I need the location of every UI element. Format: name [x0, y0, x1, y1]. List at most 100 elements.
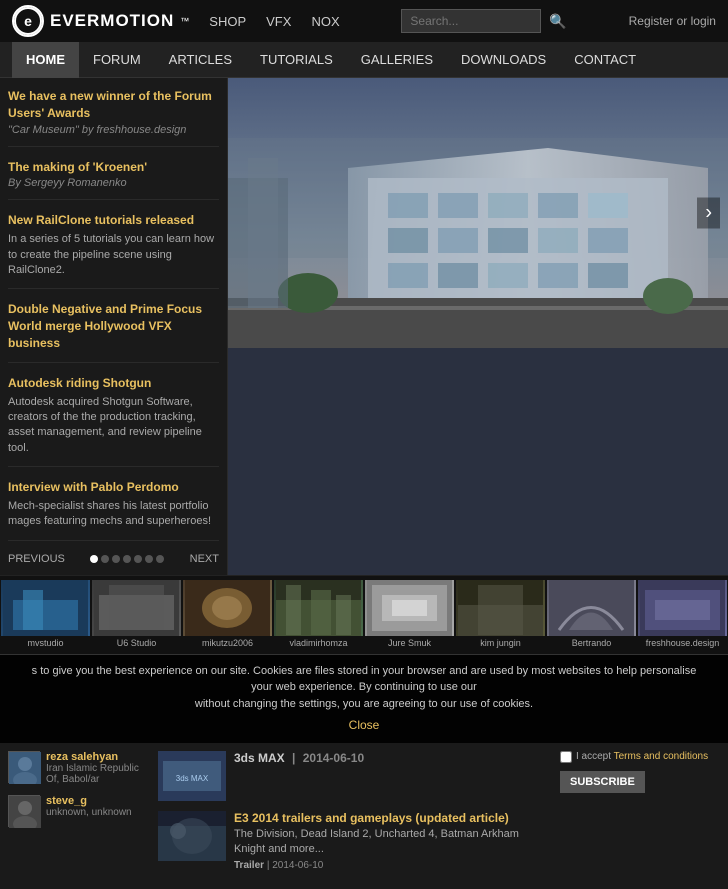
main-navigation: HOME FORUM ARTICLES TUTORIALS GALLERIES …: [0, 42, 728, 78]
top-nav-nox[interactable]: NOX: [311, 14, 339, 29]
nav-tutorials[interactable]: TUTORIALS: [246, 42, 347, 78]
dot-6[interactable]: [145, 555, 153, 563]
article-title-2[interactable]: E3 2014 trailers and gameplays (updated …: [234, 811, 550, 825]
news-title-6[interactable]: Interview with Pablo Perdomo: [8, 479, 219, 496]
search-icon[interactable]: 🔍: [549, 13, 566, 30]
thumb-label-8: freshhouse.design: [637, 636, 728, 650]
user-location-2: unknown, unknown: [46, 807, 132, 818]
user-name-1[interactable]: reza salehyan: [46, 751, 148, 763]
content-area: We have a new winner of the Forum Users'…: [0, 78, 728, 575]
news-title-3[interactable]: New RailClone tutorials released: [8, 212, 219, 229]
register-login-link[interactable]: Register or login: [629, 14, 716, 28]
thumb-7[interactable]: Bertrando: [546, 580, 637, 650]
dot-3[interactable]: [112, 555, 120, 563]
nav-forum[interactable]: FORUM: [79, 42, 155, 78]
users-list: reza salehyan Iran Islamic Republic Of, …: [8, 751, 148, 882]
article-thumb-1: 3ds MAX: [158, 751, 226, 801]
thumb-3[interactable]: mikutzu2006: [182, 580, 273, 650]
hero-next-button[interactable]: ›: [697, 198, 720, 229]
terms-checkbox[interactable]: [560, 751, 572, 763]
user-item-2: steve_g unknown, unknown: [8, 795, 148, 827]
cookie-close-button[interactable]: Close: [349, 716, 380, 734]
articles-list: 3ds MAX 3ds MAX | 2014-06-10: [158, 751, 550, 882]
next-button[interactable]: NEXT: [190, 553, 219, 565]
bottom-section: reza salehyan Iran Islamic Republic Of, …: [0, 743, 728, 889]
thumb-5[interactable]: Jure Smuk: [364, 580, 455, 650]
terms-link[interactable]: Terms and conditions: [614, 751, 709, 762]
thumb-img-4: [274, 580, 363, 636]
logo-icon: e: [12, 5, 44, 37]
search-input[interactable]: [401, 9, 541, 33]
dot-4[interactable]: [123, 555, 131, 563]
nav-articles[interactable]: ARTICLES: [155, 42, 246, 78]
news-title-5[interactable]: Autodesk riding Shotgun: [8, 375, 219, 392]
thumb-img-6: [456, 580, 545, 636]
top-bar: e EVERMOTION ™ SHOP VFX NOX 🔍 Register or…: [0, 0, 728, 42]
thumb-label-3: mikutzu2006: [182, 636, 273, 650]
thumb-6[interactable]: kim jungin: [455, 580, 546, 650]
nav-galleries[interactable]: GALLERIES: [347, 42, 447, 78]
subscribe-row: I accept Terms and conditions: [560, 751, 720, 763]
trademark: ™: [180, 16, 189, 26]
logo-area[interactable]: e EVERMOTION ™: [12, 5, 189, 37]
news-title-1[interactable]: We have a new winner of the Forum Users'…: [8, 88, 219, 122]
user-name-2[interactable]: steve_g: [46, 795, 132, 807]
user-avatar-2: [8, 795, 40, 827]
news-item-3: New RailClone tutorials released In a se…: [8, 212, 219, 289]
top-navigation: SHOP VFX NOX: [209, 14, 339, 29]
thumb-2[interactable]: U6 Studio: [91, 580, 182, 650]
thumb-label-4: vladimirhomza: [273, 636, 364, 650]
user-location-1: Iran Islamic Republic Of, Babol/ar: [46, 763, 148, 785]
article-item-2: E3 2014 trailers and gameplays (updated …: [158, 811, 550, 872]
search-area: 🔍: [401, 9, 566, 33]
subscribe-checkbox-area: I accept Terms and conditions: [560, 751, 708, 763]
svg-text:3ds MAX: 3ds MAX: [176, 774, 209, 783]
thumb-label-7: Bertrando: [546, 636, 637, 650]
dot-1[interactable]: [90, 555, 98, 563]
top-nav-vfx[interactable]: VFX: [266, 14, 291, 29]
article-meta-date-2: 2014-06-10: [272, 860, 323, 871]
news-desc-5: Autodesk acquired Shotgun Software, crea…: [8, 395, 219, 457]
cookie-banner: s to give you the best experience on our…: [0, 654, 728, 743]
thumb-8[interactable]: freshhouse.design: [637, 580, 728, 650]
news-item-4: Double Negative and Prime Focus World me…: [8, 301, 219, 362]
article-title-1[interactable]: 3ds MAX | 2014-06-10: [234, 751, 364, 765]
dots-indicator: [90, 555, 164, 563]
news-sub-1: "Car Museum" by freshhouse.design: [8, 124, 219, 136]
thumb-4[interactable]: vladimirhomza: [273, 580, 364, 650]
cookie-text-2: without changing the settings, you are a…: [195, 698, 533, 710]
news-desc-6: Mech-specialist shares his latest portfo…: [8, 499, 219, 530]
news-title-4[interactable]: Double Negative and Prime Focus World me…: [8, 301, 219, 351]
article-content-1: 3ds MAX | 2014-06-10: [234, 751, 364, 801]
thumb-label-2: U6 Studio: [91, 636, 182, 650]
dot-5[interactable]: [134, 555, 142, 563]
hero-area: ›: [228, 78, 728, 575]
subscribe-button[interactable]: SUBSCRIBE: [560, 771, 645, 793]
article-thumb-2: [158, 811, 226, 861]
sidebar: We have a new winner of the Forum Users'…: [0, 78, 228, 575]
news-item-1: We have a new winner of the Forum Users'…: [8, 88, 219, 147]
article-meta-tag-2: Trailer: [234, 860, 264, 871]
article-item-1: 3ds MAX 3ds MAX | 2014-06-10: [158, 751, 550, 801]
user-avatar-1: [8, 751, 40, 783]
svg-text:e: e: [24, 13, 32, 29]
top-nav-shop[interactable]: SHOP: [209, 14, 246, 29]
article-tag-1: 3ds MAX: [234, 751, 285, 765]
nav-contact[interactable]: CONTACT: [560, 42, 650, 78]
thumb-img-5: [365, 580, 454, 636]
dot-2[interactable]: [101, 555, 109, 563]
hero-image: ›: [228, 78, 728, 348]
thumb-img-8: [638, 580, 727, 636]
thumb-label-5: Jure Smuk: [364, 636, 455, 650]
news-title-2[interactable]: The making of 'Kroenen': [8, 159, 219, 176]
thumb-img-7: [547, 580, 636, 636]
subscribe-label: I accept Terms and conditions: [576, 751, 708, 762]
prev-button[interactable]: PREVIOUS: [8, 553, 65, 565]
nav-home[interactable]: HOME: [12, 42, 79, 78]
nav-downloads[interactable]: DOWNLOADS: [447, 42, 560, 78]
thumb-img-2: [92, 580, 181, 636]
thumb-1[interactable]: mvstudio: [0, 580, 91, 650]
dot-7[interactable]: [156, 555, 164, 563]
brand-name: EVERMOTION: [50, 11, 174, 31]
news-item-5: Autodesk riding Shotgun Autodesk acquire…: [8, 375, 219, 467]
